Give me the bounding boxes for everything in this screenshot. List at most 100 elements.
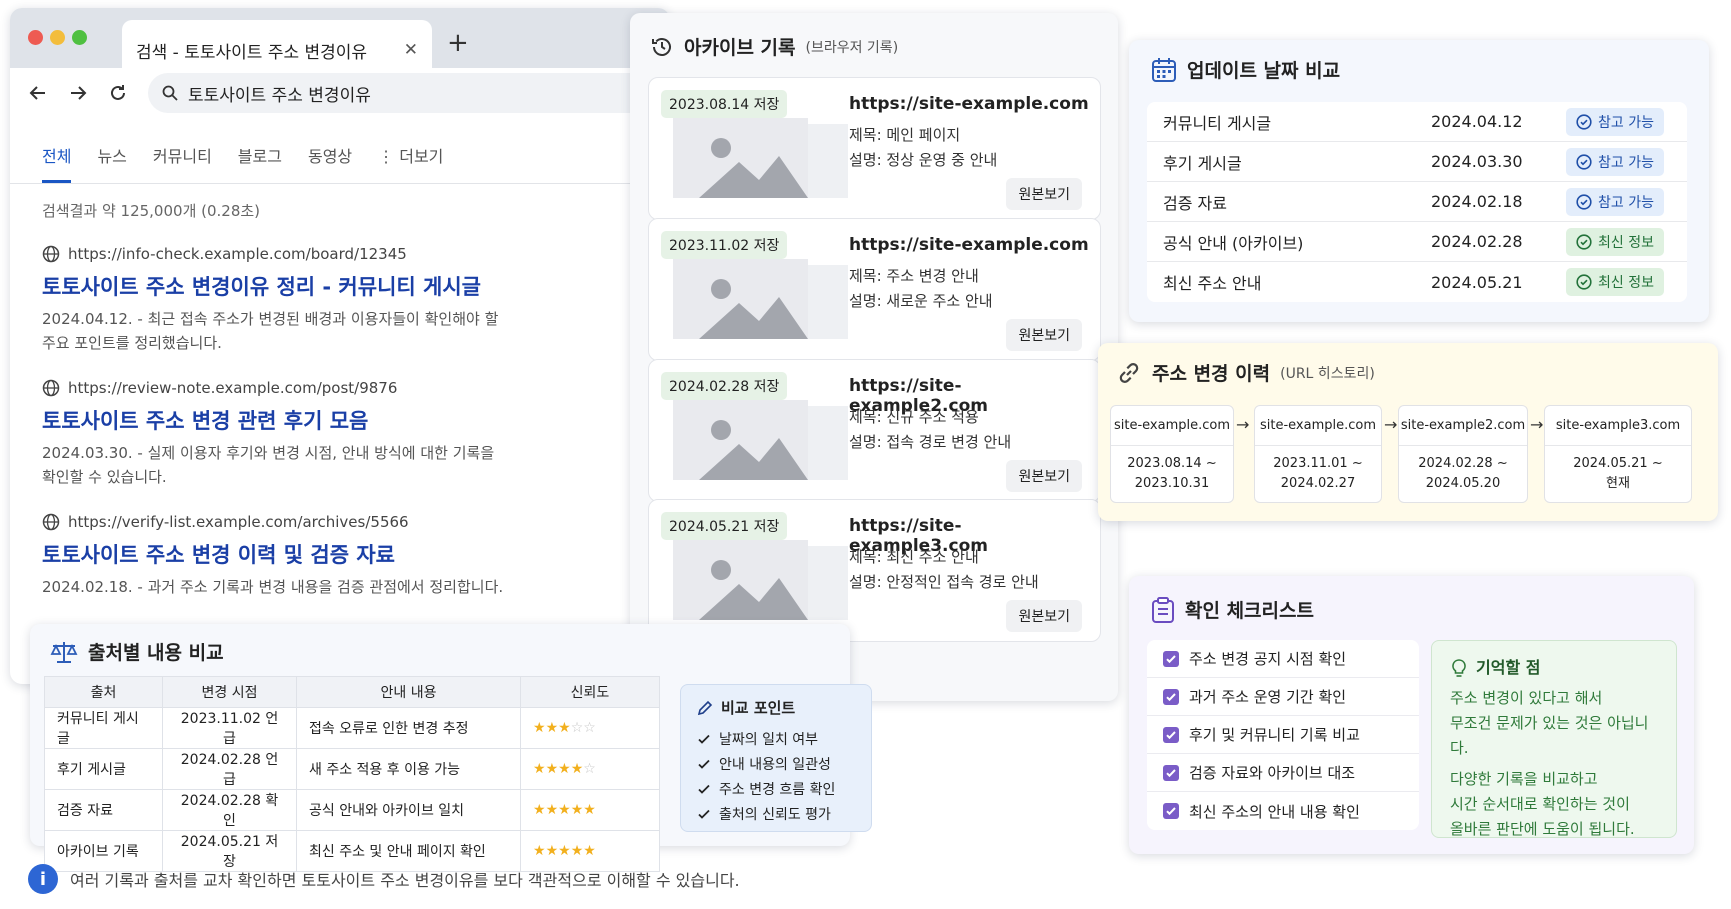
pencil-icon bbox=[697, 700, 713, 715]
calendar-icon bbox=[1152, 57, 1176, 82]
archive-date: 2024.02.28 저장 bbox=[661, 372, 788, 400]
update-compare-panel: 업데이트 날짜 비교 커뮤니티 게시글 2024.04.12 참고 가능 후기 게시글… bbox=[1129, 40, 1709, 322]
update-row: 공식 안내 (아카이브) 2024.02.28 최신 정보 bbox=[1147, 222, 1687, 262]
archive-site[interactable]: https://site-example.com bbox=[849, 235, 1089, 255]
result-title[interactable]: 토토사이트 주소 변경이유 정리 - 커뮤니티 게시글 bbox=[42, 271, 638, 301]
forward-icon[interactable] bbox=[68, 83, 88, 103]
globe-icon bbox=[42, 245, 60, 263]
archive-title: 아카이브 기록 bbox=[684, 37, 796, 59]
archive-card: 2024.05.21 저장 https://site-example3.com 제목… bbox=[648, 499, 1101, 642]
result-desc: 2024.04.12. - 최근 접속 주소가 변경된 배경과 이용자들이 확인… bbox=[42, 310, 499, 352]
url-history-title: 주소 변경 이력 bbox=[1152, 363, 1271, 385]
period-end: 2023.10.31 bbox=[1134, 476, 1210, 491]
checkmark-icon bbox=[697, 757, 711, 771]
period-start: 2024.05.21 ~ bbox=[1573, 456, 1663, 471]
tab-title: 검색 - 토토사이트 주소 변경이유 bbox=[136, 42, 368, 63]
update-row: 커뮤니티 게시글 2024.04.12 참고 가능 bbox=[1147, 102, 1687, 142]
close-tab-icon[interactable]: ✕ bbox=[404, 40, 418, 60]
checkbox-checked-icon[interactable] bbox=[1163, 726, 1179, 743]
period-end: 2024.05.20 bbox=[1425, 476, 1501, 491]
point-title: 비교 포인트 bbox=[721, 699, 796, 717]
image-placeholder-icon bbox=[673, 118, 858, 198]
tab-more[interactable]: ⋮ 더보기 bbox=[378, 143, 443, 183]
cell-content: 공식 안내와 아카이브 일치 bbox=[296, 789, 521, 831]
period-start: 2023.08.14 ~ bbox=[1127, 456, 1217, 471]
checkbox-checked-icon[interactable] bbox=[1163, 688, 1179, 705]
cell-rating: ★★★★☆ bbox=[520, 748, 660, 790]
col-header: 변경 시점 bbox=[162, 676, 297, 708]
status-label: 최신 정보 bbox=[1598, 234, 1654, 251]
checklist-item[interactable]: 후기 및 커뮤니티 기록 비교 bbox=[1147, 716, 1419, 754]
history-period: 2024.02.28 ~ 2024.05.20 bbox=[1399, 446, 1527, 502]
star-filled-icon: ★ bbox=[570, 761, 584, 777]
cell-when: 2024.02.28 확인 bbox=[162, 789, 297, 831]
update-date: 2024.05.21 bbox=[1431, 272, 1523, 292]
view-original-button[interactable]: 원본보기 bbox=[1006, 460, 1082, 492]
checklist-label: 최신 주소의 안내 내용 확인 bbox=[1189, 802, 1360, 821]
check-circle-icon bbox=[1576, 274, 1592, 290]
checkbox-checked-icon[interactable] bbox=[1163, 764, 1179, 781]
checkmark-icon bbox=[697, 732, 711, 746]
tab-video[interactable]: 동영상 bbox=[308, 143, 352, 183]
result-url[interactable]: https://review-note.example.com/post/987… bbox=[68, 379, 397, 397]
memo-line: 올바른 판단에 도움이 됩니다. bbox=[1450, 820, 1635, 838]
cell-content: 새 주소 적용 후 이용 가능 bbox=[296, 748, 521, 790]
view-original-button[interactable]: 원본보기 bbox=[1006, 600, 1082, 632]
result-title[interactable]: 토토사이트 주소 변경 이력 및 검증 자료 bbox=[42, 539, 638, 569]
tab-blog[interactable]: 블로그 bbox=[238, 143, 282, 183]
archive-desc-line: 설명: 안정적인 접속 경로 안내 bbox=[849, 573, 1039, 591]
link-icon bbox=[1119, 362, 1139, 383]
tab-all[interactable]: 전체 bbox=[42, 143, 72, 183]
address-bar[interactable]: 토토사이트 주소 변경이유 bbox=[148, 73, 652, 113]
archive-site[interactable]: https://site-example.com bbox=[849, 94, 1089, 114]
result-title[interactable]: 토토사이트 주소 변경 관련 후기 모음 bbox=[42, 405, 638, 435]
col-header: 신뢰도 bbox=[520, 676, 660, 708]
tab-community[interactable]: 커뮤니티 bbox=[153, 143, 212, 183]
checklist-panel: 확인 체크리스트 주소 변경 공지 시점 확인 과거 주소 운영 기간 확인 후기 … bbox=[1129, 576, 1694, 854]
browser-window: 검색 - 토토사이트 주소 변경이유 ✕ + 토토사이트 주소 변경이유 전체 … bbox=[10, 8, 670, 684]
period-end: 2024.02.27 bbox=[1280, 476, 1356, 491]
memo-line: 주소 변경이 있다고 해서 bbox=[1450, 689, 1603, 707]
table-row: 후기 게시글 2024.02.28 언급 새 주소 적용 후 이용 가능 ★★★★☆ bbox=[44, 748, 660, 790]
period-start: 2023.11.01 ~ bbox=[1273, 456, 1363, 471]
new-tab-button[interactable]: + bbox=[447, 28, 469, 58]
table-row: 검증 자료 2024.02.28 확인 공식 안내와 아카이브 일치 ★★★★★ bbox=[44, 789, 660, 831]
maximize-window-dot[interactable] bbox=[72, 30, 87, 45]
checkbox-checked-icon[interactable] bbox=[1163, 650, 1179, 667]
view-original-button[interactable]: 원본보기 bbox=[1006, 319, 1082, 351]
close-window-dot[interactable] bbox=[28, 30, 43, 45]
checklist: 주소 변경 공지 시점 확인 과거 주소 운영 기간 확인 후기 및 커뮤니티 기록… bbox=[1147, 640, 1419, 830]
tab-news[interactable]: 뉴스 bbox=[97, 143, 126, 183]
history-site: site-example.com bbox=[1111, 406, 1233, 446]
check-circle-icon bbox=[1576, 153, 1592, 170]
period-start: 2024.02.28 ~ bbox=[1418, 456, 1508, 471]
check-circle-icon bbox=[1576, 113, 1592, 130]
star-filled-icon: ★ bbox=[545, 802, 559, 818]
view-original-button[interactable]: 원본보기 bbox=[1006, 178, 1082, 210]
checklist-item[interactable]: 최신 주소의 안내 내용 확인 bbox=[1147, 792, 1419, 830]
compare-point: 날짜의 일치 여부 bbox=[697, 726, 855, 751]
archive-card: 2023.11.02 저장 https://site-example.com 제목:… bbox=[648, 218, 1101, 361]
search-query: 토토사이트 주소 변경이유 bbox=[188, 85, 371, 106]
star-filled-icon: ★ bbox=[583, 802, 596, 818]
status-badge: 참고 가능 bbox=[1566, 107, 1664, 136]
table-row: 커뮤니티 게시글 2023.11.02 언급 접속 오류로 인한 변경 추정 ★★★☆… bbox=[44, 707, 660, 749]
source-table: 출처 변경 시점 안내 내용 신뢰도 커뮤니티 게시글 2023.11.02 언급… bbox=[44, 676, 660, 872]
checklist-item[interactable]: 검증 자료와 아카이브 대조 bbox=[1147, 754, 1419, 792]
reload-icon[interactable] bbox=[108, 83, 128, 103]
minimize-window-dot[interactable] bbox=[50, 30, 65, 45]
back-icon[interactable] bbox=[28, 83, 48, 103]
status-label: 최신 정보 bbox=[1598, 275, 1654, 291]
result-url[interactable]: https://info-check.example.com/board/123… bbox=[68, 245, 407, 263]
checkbox-checked-icon[interactable] bbox=[1163, 803, 1179, 819]
checklist-item[interactable]: 과거 주소 운영 기간 확인 bbox=[1147, 678, 1419, 716]
source-title: 출처별 내용 비교 bbox=[88, 642, 224, 664]
checklist-item[interactable]: 주소 변경 공지 시점 확인 bbox=[1147, 640, 1419, 678]
result-count: 검색결과 약 125,000개 (0.28초) bbox=[42, 202, 261, 220]
archive-desc-line: 설명: 정상 운영 중 안내 bbox=[849, 151, 998, 169]
result-desc: 2024.03.30. - 실제 이용자 후기와 변경 시점, 안내 방식에 대… bbox=[42, 444, 495, 486]
result-url[interactable]: https://verify-list.example.com/archives… bbox=[68, 513, 409, 531]
history-site: site-example2.com bbox=[1399, 406, 1527, 446]
star-filled-icon: ★ bbox=[533, 720, 546, 736]
status-badge: 참고 가능 bbox=[1566, 147, 1664, 176]
